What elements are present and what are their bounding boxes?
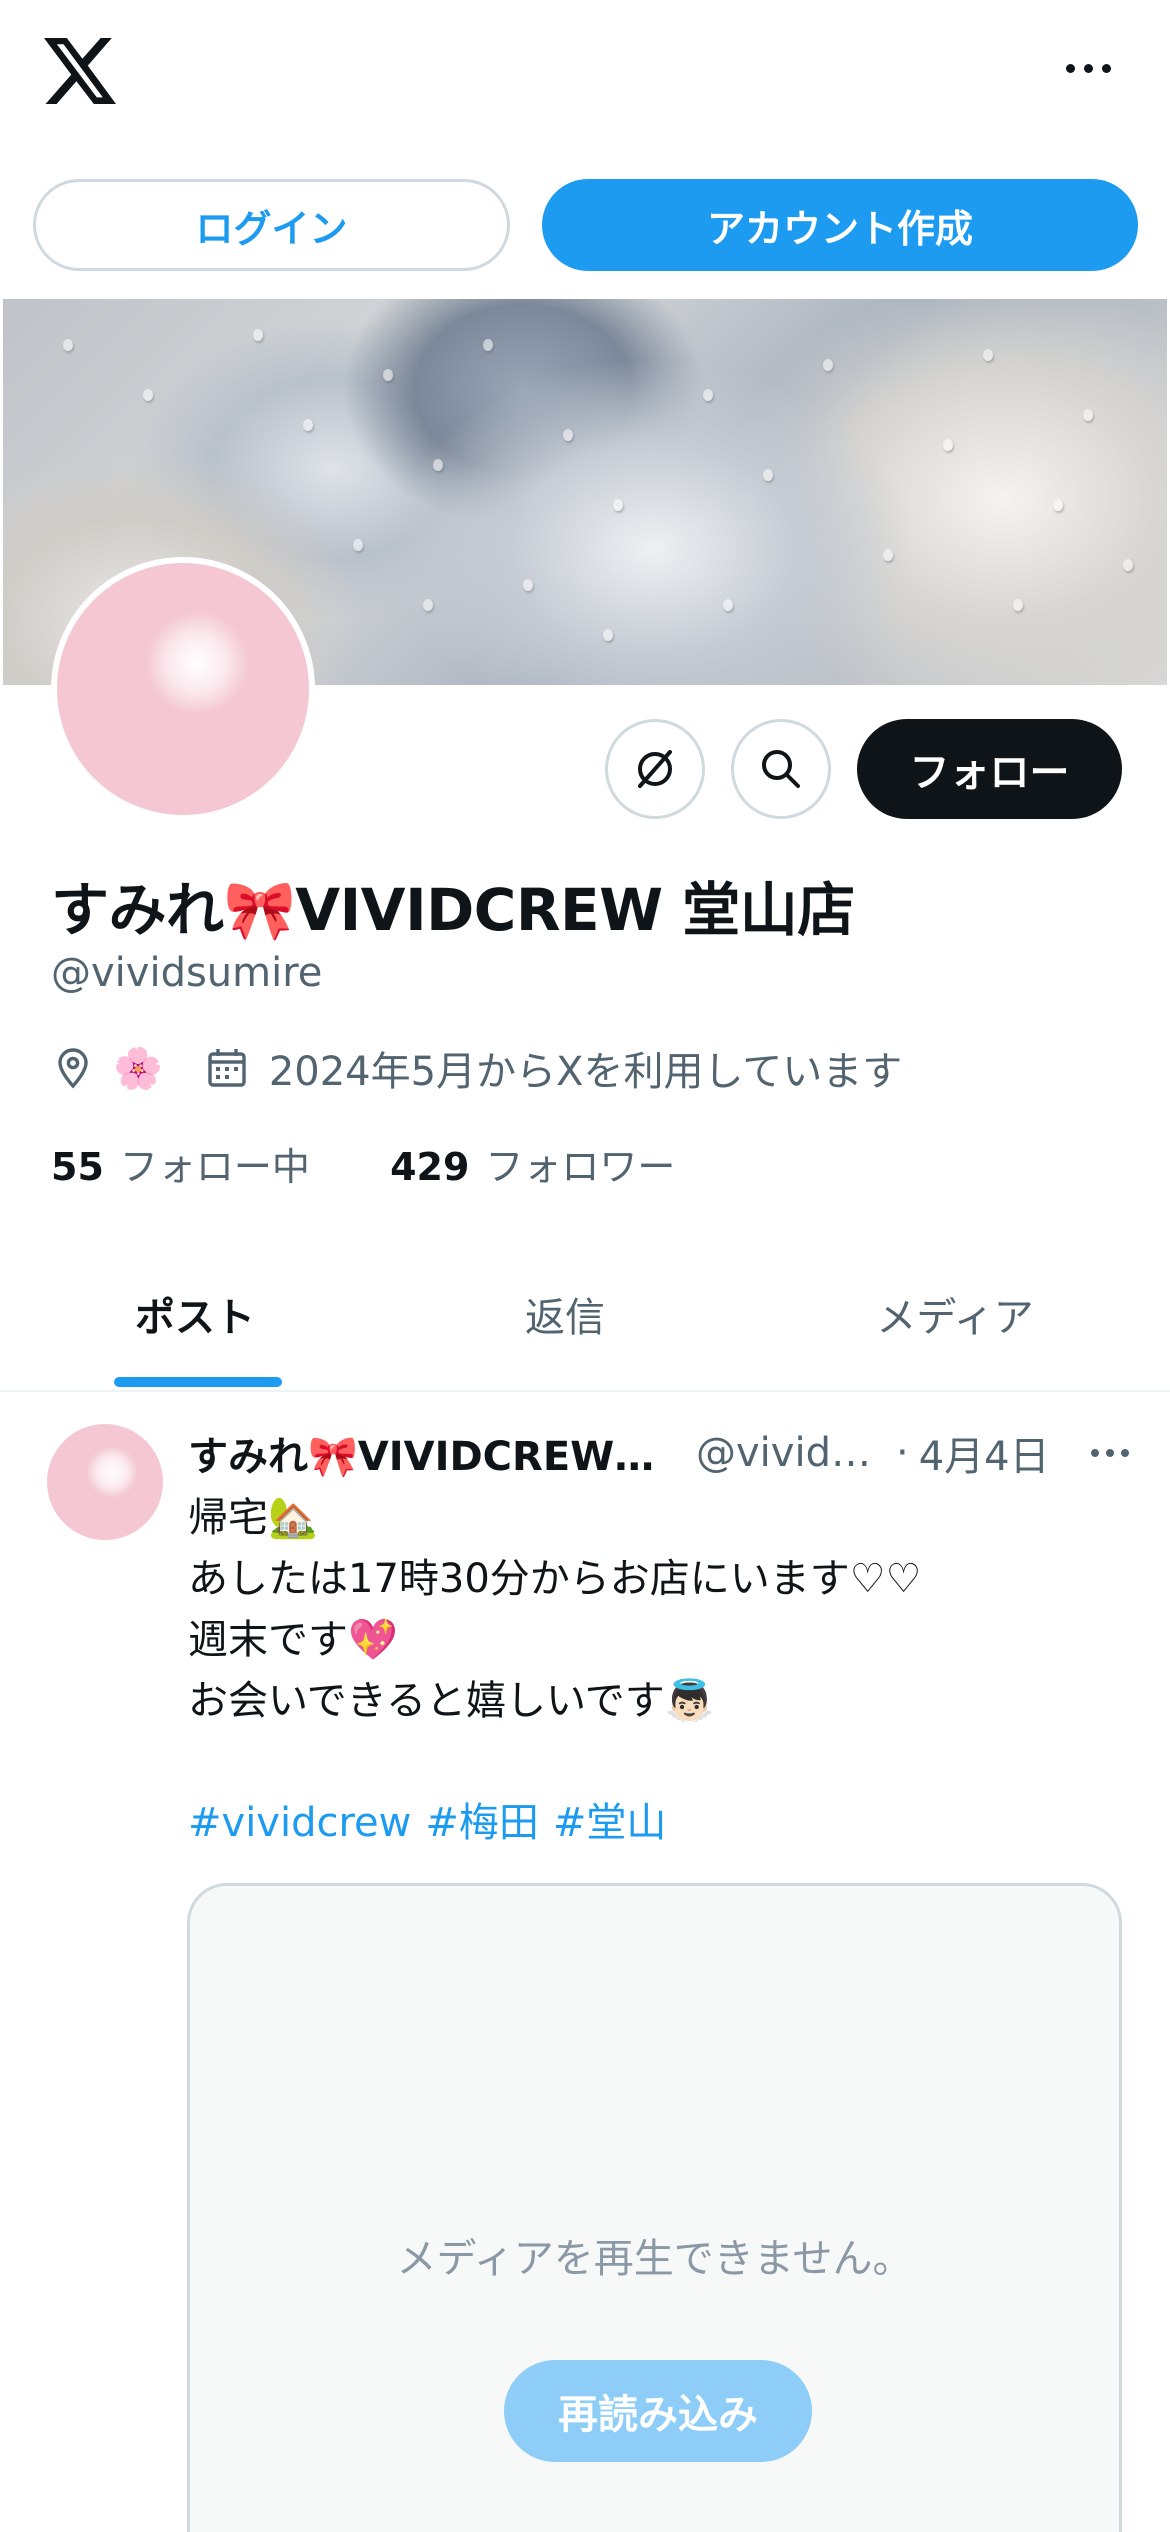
- follow-button[interactable]: フォロー: [857, 719, 1122, 819]
- post-line: 帰宅🏡: [188, 1495, 318, 1541]
- followers-link[interactable]: 429 フォロワー: [390, 1145, 675, 1189]
- post-hashtags: #vividcrew #梅田 #堂山: [188, 1793, 1128, 1854]
- location-flower-emoji: 🌸: [113, 1045, 163, 1092]
- profile-tabs: ポスト 返信 メディア: [0, 1236, 1170, 1392]
- media-error-message: メディアを再生できません。: [396, 2236, 913, 2282]
- calendar-icon: [208, 1049, 246, 1087]
- login-button[interactable]: ログイン: [33, 179, 510, 271]
- post-avatar[interactable]: [47, 1424, 163, 1540]
- more-horizontal-icon[interactable]: [1058, 56, 1118, 80]
- post-media-card: メディアを再生できません。 再読み込み: [187, 1883, 1122, 2532]
- tab-posts[interactable]: ポスト: [0, 1236, 390, 1392]
- post-line: 週末です💖: [188, 1617, 398, 1663]
- post-separator: ·: [896, 1430, 909, 1476]
- x-logo-icon[interactable]: [44, 38, 116, 104]
- reload-button[interactable]: 再読み込み: [504, 2360, 812, 2462]
- tab-media[interactable]: メディア: [760, 1236, 1150, 1392]
- follow-stats: 55 フォロー中 429 フォロワー: [51, 1136, 675, 1191]
- active-tab-indicator: [114, 1377, 282, 1387]
- auth-buttons: ログイン アカウント作成: [33, 179, 1138, 271]
- search-button[interactable]: [731, 719, 831, 819]
- location-pin-icon: [58, 1048, 88, 1089]
- profile-display-name: すみれ🎀VIVIDCREW 堂山店: [51, 876, 855, 944]
- grok-icon: [638, 750, 672, 788]
- profile-handle: @vividsumire: [51, 950, 323, 996]
- post-author-handle[interactable]: @vividsumire: [696, 1430, 886, 1476]
- hashtag-link[interactable]: #梅田: [425, 1800, 539, 1846]
- create-account-button[interactable]: アカウント作成: [542, 179, 1138, 271]
- post-date[interactable]: 4月4日: [919, 1424, 1050, 1482]
- post-more-icon[interactable]: [1091, 1443, 1137, 1463]
- hashtag-link[interactable]: #堂山: [553, 1800, 667, 1846]
- tab-replies[interactable]: 返信: [370, 1236, 760, 1392]
- hashtag-link[interactable]: #vividcrew: [188, 1800, 411, 1846]
- post-header: すみれ🎀VIVIDCREW 堂山店 @vividsumire · 4月4日: [188, 1423, 1138, 1483]
- top-bar: [0, 0, 1170, 150]
- post-line: お会いできると嬉しいです👼🏻: [188, 1678, 715, 1724]
- grok-button[interactable]: [605, 719, 705, 819]
- post-line: あしたは17時30分からお店にいます♡♡: [188, 1556, 922, 1602]
- following-link[interactable]: 55 フォロー中: [51, 1145, 310, 1189]
- search-icon: [762, 750, 800, 788]
- post-text: 帰宅🏡 あしたは17時30分からお店にいます♡♡ 週末です💖 お会いできると嬉し…: [188, 1488, 1128, 1854]
- profile-avatar[interactable]: [51, 557, 315, 821]
- post-author-name[interactable]: すみれ🎀VIVIDCREW 堂山店: [188, 1424, 658, 1482]
- profile-meta: 🌸 2024年5月からXを利用しています: [51, 1040, 902, 1096]
- joined-date: 2024年5月からXを利用しています: [268, 1049, 903, 1095]
